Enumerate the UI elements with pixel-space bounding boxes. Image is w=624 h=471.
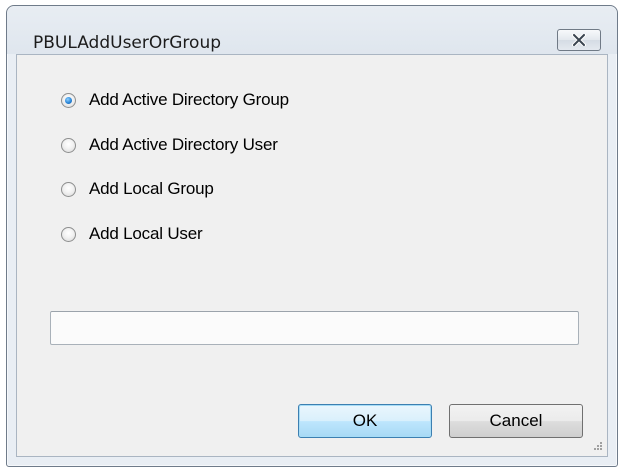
radio-button[interactable] xyxy=(61,181,76,197)
radio-label: Add Local User xyxy=(89,224,203,243)
cancel-button[interactable]: Cancel xyxy=(449,404,583,438)
ok-button[interactable]: OK xyxy=(298,404,432,438)
name-input[interactable] xyxy=(50,311,579,345)
radio-label: Add Active Directory Group xyxy=(89,90,289,109)
radio-button[interactable] xyxy=(61,137,76,153)
radio-button[interactable] xyxy=(61,226,76,242)
radio-option-local-group[interactable]: Add Local Group xyxy=(61,178,214,200)
radio-option-ad-group[interactable]: Add Active Directory Group xyxy=(61,89,289,111)
radio-option-ad-user[interactable]: Add Active Directory User xyxy=(61,134,278,156)
resize-grip-icon[interactable] xyxy=(591,441,603,453)
radio-button-checked[interactable] xyxy=(61,92,76,108)
window-title: PBULAddUserOrGroup xyxy=(33,33,222,53)
radio-label: Add Local Group xyxy=(89,179,214,198)
radio-label: Add Active Directory User xyxy=(89,135,278,154)
title-bar[interactable]: PBULAddUserOrGroup xyxy=(7,6,617,54)
close-icon xyxy=(572,34,586,46)
dialog-window: PBULAddUserOrGroup Add Active Directory … xyxy=(6,5,618,467)
radio-option-local-user[interactable]: Add Local User xyxy=(61,223,203,245)
dialog-body: Add Active Directory Group Add Active Di… xyxy=(16,54,608,457)
close-button[interactable] xyxy=(557,29,601,51)
